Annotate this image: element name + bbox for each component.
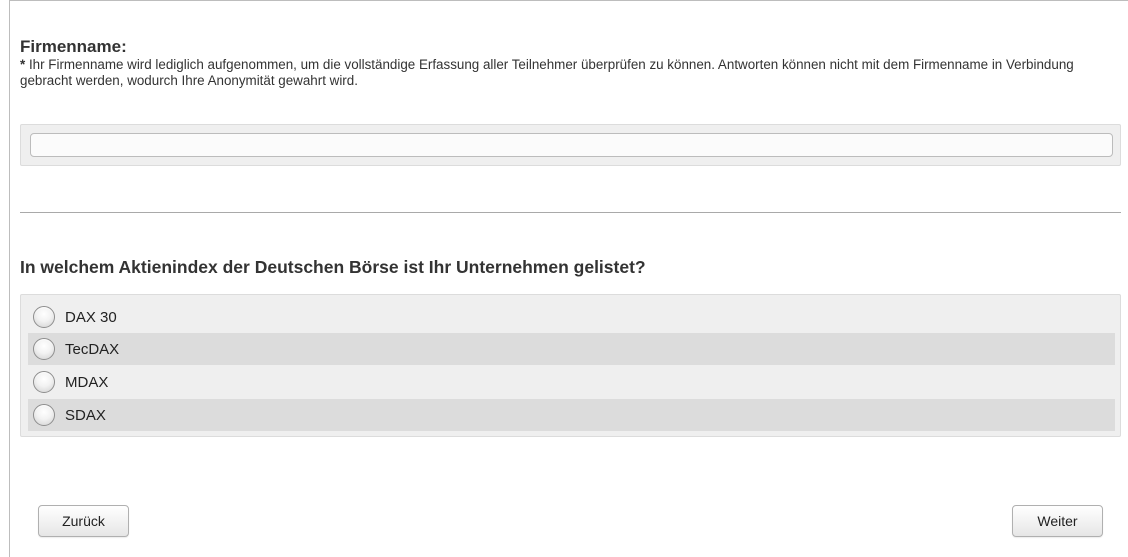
radio-button-icon[interactable] [33,338,55,360]
note-text: Ihr Firmenname wird lediglich aufgenomme… [20,57,1074,88]
company-name-question: Firmenname: * Ihr Firmenname wird ledigl… [20,37,1120,89]
radio-button-icon[interactable] [33,404,55,426]
option-dax-30[interactable]: DAX 30 [28,301,1115,333]
option-sdax[interactable]: SDAX [28,399,1115,431]
stock-index-question-title: In welchem Aktienindex der Deutschen Bör… [20,257,646,277]
option-tecdax[interactable]: TecDAX [28,333,1115,365]
option-label: DAX 30 [65,308,117,326]
option-label: MDAX [65,373,109,391]
option-mdax[interactable]: MDAX [28,366,1115,398]
stock-index-options: DAX 30 TecDAX MDAX SDAX [20,294,1121,437]
company-name-note: * Ihr Firmenname wird lediglich aufgenom… [20,57,1120,89]
section-divider [20,212,1121,213]
company-name-title: Firmenname: [20,37,127,56]
option-label: SDAX [65,406,106,424]
radio-button-icon[interactable] [33,306,55,328]
back-button[interactable]: Zurück [38,505,129,537]
company-name-input-container [20,124,1121,166]
next-button[interactable]: Weiter [1012,505,1103,537]
radio-button-icon[interactable] [33,371,55,393]
option-label: TecDAX [65,340,120,358]
company-name-input[interactable] [30,133,1113,157]
